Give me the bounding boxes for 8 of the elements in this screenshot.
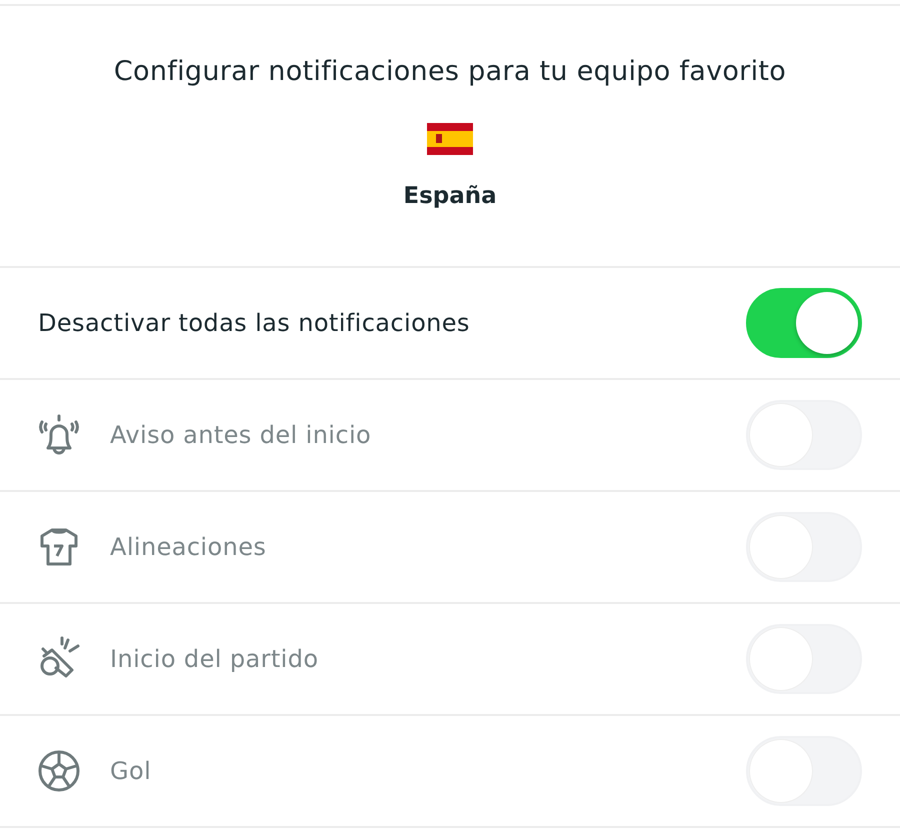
page-title: Configurar notificaciones para tu equipo favorito — [114, 56, 786, 87]
setting-label: Gol — [110, 757, 152, 785]
setting-label: Aviso antes del inicio — [110, 421, 372, 449]
team-name: España — [403, 183, 497, 209]
flag-icon — [427, 123, 473, 155]
setting-label: Desactivar todas las notificaciones — [37, 309, 471, 337]
setting-label: Inicio del partido — [110, 645, 320, 673]
setting-label: Alineaciones — [110, 533, 268, 561]
